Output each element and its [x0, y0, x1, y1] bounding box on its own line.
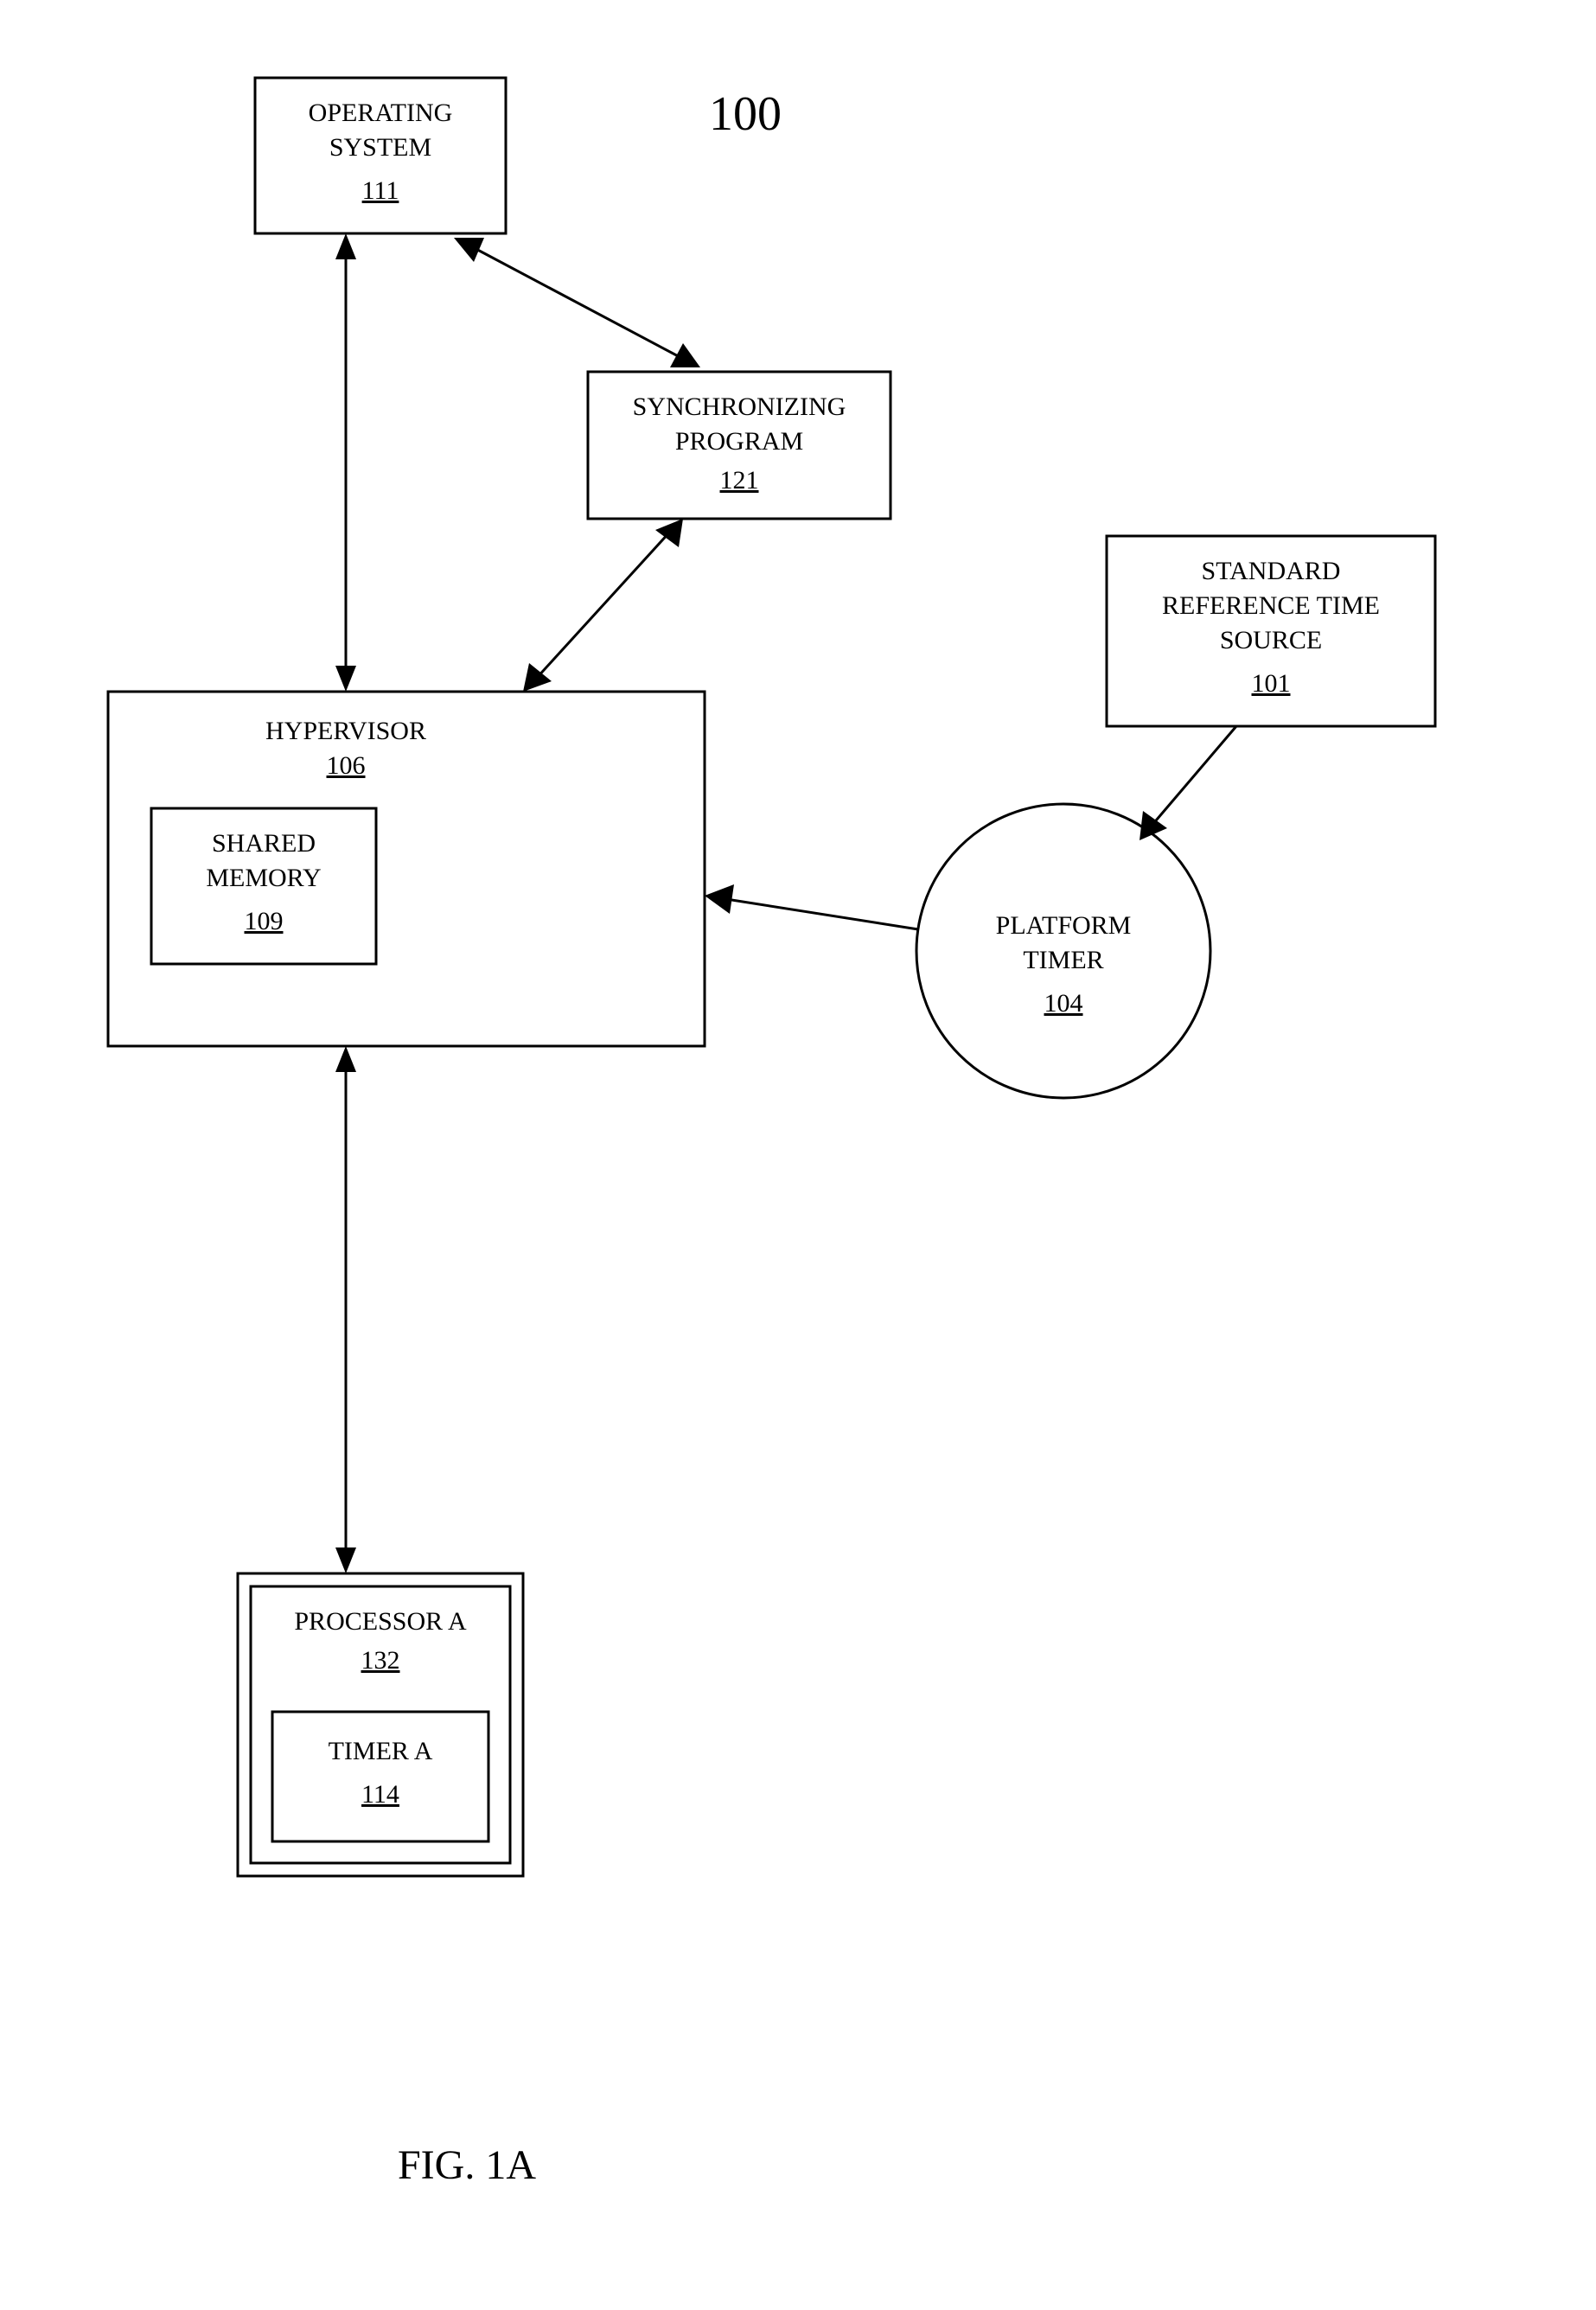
- operating-system-box: OPERATING SYSTEM 111: [255, 78, 506, 233]
- std-ref-label-line1: STANDARD: [1202, 557, 1341, 585]
- shared-memory-box: SHARED MEMORY 109: [151, 808, 376, 964]
- arrow-os-sync: [454, 238, 700, 367]
- operating-system-label-line1: OPERATING: [309, 99, 453, 127]
- sync-program-label-line1: SYNCHRONIZING: [633, 392, 846, 421]
- platform-timer-circle: PLATFORM TIMER 104: [916, 804, 1210, 1098]
- standard-reference-box: STANDARD REFERENCE TIME SOURCE 101: [1107, 536, 1435, 726]
- hypervisor-label: HYPERVISOR: [265, 717, 426, 745]
- operating-system-ref: 111: [362, 176, 399, 205]
- timer-a-box: TIMER A 114: [272, 1712, 488, 1841]
- std-ref-label-line2: REFERENCE TIME: [1162, 591, 1380, 620]
- shared-memory-ref: 109: [245, 907, 284, 935]
- hypervisor-ref: 106: [327, 751, 366, 780]
- shared-memory-label-line1: SHARED: [212, 829, 316, 858]
- shared-memory-label-line2: MEMORY: [206, 864, 321, 892]
- figure-label: FIG. 1A: [398, 2142, 536, 2188]
- processor-a-label: PROCESSOR A: [294, 1607, 467, 1636]
- arrow-stdref-timer: [1140, 726, 1236, 840]
- timer-a-ref: 114: [361, 1780, 399, 1809]
- synchronizing-program-box: SYNCHRONIZING PROGRAM 121: [588, 372, 891, 519]
- arrow-hypervisor-processor: [335, 1046, 356, 1573]
- platform-timer-ref: 104: [1044, 989, 1083, 1018]
- arrow-os-hypervisor: [335, 233, 356, 692]
- sync-program-ref: 121: [720, 466, 759, 495]
- processor-a-ref: 132: [361, 1646, 400, 1675]
- platform-timer-label-line2: TIMER: [1023, 946, 1103, 974]
- arrow-timer-hypervisor: [705, 884, 918, 929]
- timer-a-label: TIMER A: [329, 1737, 433, 1765]
- diagram-number: 100: [709, 87, 782, 141]
- std-ref-label-line3: SOURCE: [1220, 626, 1322, 654]
- arrow-sync-hypervisor: [523, 519, 683, 692]
- std-ref-ref: 101: [1252, 669, 1291, 698]
- operating-system-label-line2: SYSTEM: [329, 133, 431, 162]
- platform-timer-label-line1: PLATFORM: [996, 911, 1132, 940]
- sync-program-label-line2: PROGRAM: [675, 427, 803, 456]
